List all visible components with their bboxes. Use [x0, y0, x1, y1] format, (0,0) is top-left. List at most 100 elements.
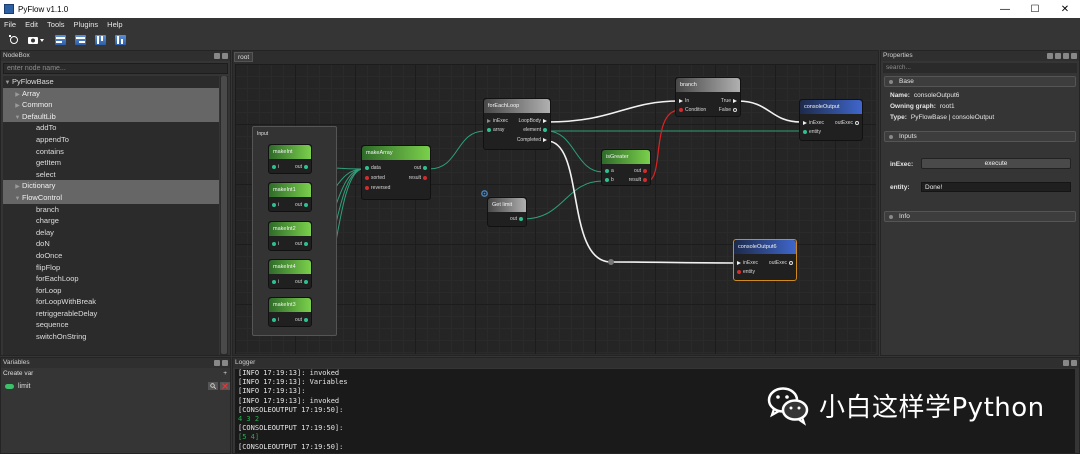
tree-item-foreachloop[interactable]: forEachLoop [3, 273, 219, 285]
pin-in[interactable]: In [679, 98, 689, 104]
pin-b[interactable]: b [605, 177, 614, 183]
node-getLimit[interactable]: Get limit out [487, 197, 527, 227]
maximize-button[interactable]: ☐ [1020, 0, 1050, 18]
tree-item-switchonstring[interactable]: switchOnString [3, 331, 219, 343]
menu-file[interactable]: File [4, 20, 16, 29]
node-graph-canvas[interactable]: Input makeInt i out makeInt1 i out makeI… [235, 64, 876, 354]
chevron-down-icon[interactable]: ▼ [13, 113, 22, 125]
properties-search-input[interactable]: search... [883, 63, 1077, 73]
pin-out[interactable]: out [295, 241, 308, 247]
tab-root[interactable]: root [234, 52, 254, 62]
align-right-icon[interactable] [75, 35, 86, 45]
node-makeInt1[interactable]: makeInt1 i out [268, 182, 312, 212]
float-dock-icon[interactable] [214, 53, 220, 59]
node-isGreater[interactable]: isGreater a out b result [601, 149, 651, 186]
tree-item-forloop[interactable]: forLoop [3, 285, 219, 297]
pin-reversed[interactable]: reversed [365, 185, 390, 191]
tree-item-doonce[interactable]: doOnce [3, 250, 219, 262]
tree-item-forloopwithbreak[interactable]: forLoopWithBreak [3, 296, 219, 308]
new-graph-icon[interactable] [8, 35, 19, 45]
pin-outExec[interactable]: outExec [769, 260, 793, 266]
reroute-node[interactable] [608, 259, 614, 265]
pin-array[interactable]: array [487, 127, 504, 133]
section-info[interactable]: Info [884, 211, 1076, 222]
pin-outExec[interactable]: outExec [835, 120, 859, 126]
align-top-icon[interactable] [95, 35, 106, 45]
pin-i[interactable]: i [272, 202, 279, 208]
pin-out[interactable]: out [295, 279, 308, 285]
pin-data[interactable]: data [365, 165, 381, 171]
pin-true[interactable]: True [721, 98, 737, 104]
pin-sorted[interactable]: sorted [365, 175, 385, 181]
chevron-down-icon[interactable]: ▼ [13, 194, 22, 206]
pin-result[interactable]: result [409, 175, 427, 181]
create-var-button[interactable]: Create var [3, 370, 33, 377]
float-dock-icon[interactable] [1063, 53, 1069, 59]
nodebox-scrollbar[interactable] [220, 76, 228, 355]
section-base[interactable]: Base [884, 76, 1076, 87]
close-dock-icon[interactable] [1071, 53, 1077, 59]
tree-item-flowcontrol[interactable]: ▼ FlowControl [3, 191, 219, 206]
node-makeArray[interactable]: makeArray data out sorted result reverse… [361, 145, 431, 200]
node-consoleOutput6[interactable]: consoleOutput6 inExec outExec entity [733, 239, 797, 281]
pin-i[interactable]: i [272, 164, 279, 170]
pin-out[interactable]: out [634, 168, 647, 174]
pin-out[interactable]: out [295, 164, 308, 170]
pin-out[interactable]: out [510, 216, 523, 222]
pin-inExec[interactable]: inExec [803, 120, 824, 126]
menu-plugins[interactable]: Plugins [74, 20, 99, 29]
close-dock-icon[interactable] [222, 360, 228, 366]
tree-item-branch[interactable]: branch [3, 204, 219, 216]
tree-item-sequence[interactable]: sequence [3, 319, 219, 331]
close-dock-icon[interactable] [222, 53, 228, 59]
pin-out[interactable]: out [295, 202, 308, 208]
close-dock-icon[interactable] [1071, 360, 1077, 366]
lock-icon[interactable] [1047, 53, 1053, 59]
pin-out[interactable]: out [295, 317, 308, 323]
menu-tools[interactable]: Tools [47, 20, 65, 29]
tree-item-contains[interactable]: contains [3, 146, 219, 158]
float-dock-icon[interactable] [214, 360, 220, 366]
node-consoleOutput[interactable]: consoleOutput inExec outExec entity [799, 99, 863, 141]
node-search-input[interactable]: enter node name... [3, 63, 228, 74]
pin-completed[interactable]: Completed [517, 137, 547, 143]
tree-item-select[interactable]: select [3, 169, 219, 181]
align-bottom-icon[interactable] [115, 35, 126, 45]
minimize-button[interactable]: — [990, 0, 1020, 18]
tree-item-defaultlib[interactable]: ▼ DefaultLib [3, 110, 219, 125]
entity-field[interactable]: Done! [921, 182, 1071, 192]
search-icon[interactable] [208, 382, 218, 390]
float-dock-icon[interactable] [1063, 360, 1069, 366]
pin-a[interactable]: a [605, 168, 614, 174]
pin-i[interactable]: i [272, 279, 279, 285]
tree-item-pyflowbase[interactable]: ▼ PyFlowBase [3, 76, 219, 88]
pin-inExec[interactable]: inExec [487, 118, 508, 124]
node-makeInt[interactable]: makeInt i out [268, 144, 312, 174]
node-makeInt4[interactable]: makeInt4 i out [268, 259, 312, 289]
variable-name[interactable]: limit [18, 383, 30, 390]
tree-item-dictionary[interactable]: ▶ Dictionary [3, 180, 219, 192]
tree-item-delay[interactable]: delay [3, 227, 219, 239]
chevron-down-icon[interactable]: ▼ [3, 78, 12, 90]
pin-loopbody[interactable]: LoopBody [518, 118, 547, 124]
section-inputs[interactable]: Inputs [884, 131, 1076, 142]
pin-entity[interactable]: entity [737, 269, 755, 275]
pin-out[interactable]: out [414, 165, 427, 171]
tree-item-appendto[interactable]: appendTo [3, 134, 219, 146]
pin-condition[interactable]: Condition [679, 107, 706, 113]
pin-false[interactable]: False [719, 107, 737, 113]
node-makeInt3[interactable]: makeInt3 i out [268, 297, 312, 327]
delete-icon[interactable] [220, 382, 230, 390]
execute-button[interactable]: execute [921, 158, 1071, 169]
prop-name-value[interactable]: consoleOutput6 [914, 92, 960, 99]
node-forEachLoop[interactable]: forEachLoop inExec LoopBody array elemen… [483, 98, 551, 150]
align-left-icon[interactable] [55, 35, 66, 45]
scrollbar-thumb[interactable] [221, 76, 227, 354]
tree-item-retriggerabledelay[interactable]: retriggerableDelay [3, 308, 219, 320]
close-button[interactable]: ✕ [1050, 0, 1080, 18]
pin-result[interactable]: result [629, 177, 647, 183]
clear-icon[interactable] [1055, 53, 1061, 59]
node-makeInt2[interactable]: makeInt2 i out [268, 221, 312, 251]
pin-inExec[interactable]: inExec [737, 260, 758, 266]
tree-item-addto[interactable]: addTo [3, 122, 219, 134]
